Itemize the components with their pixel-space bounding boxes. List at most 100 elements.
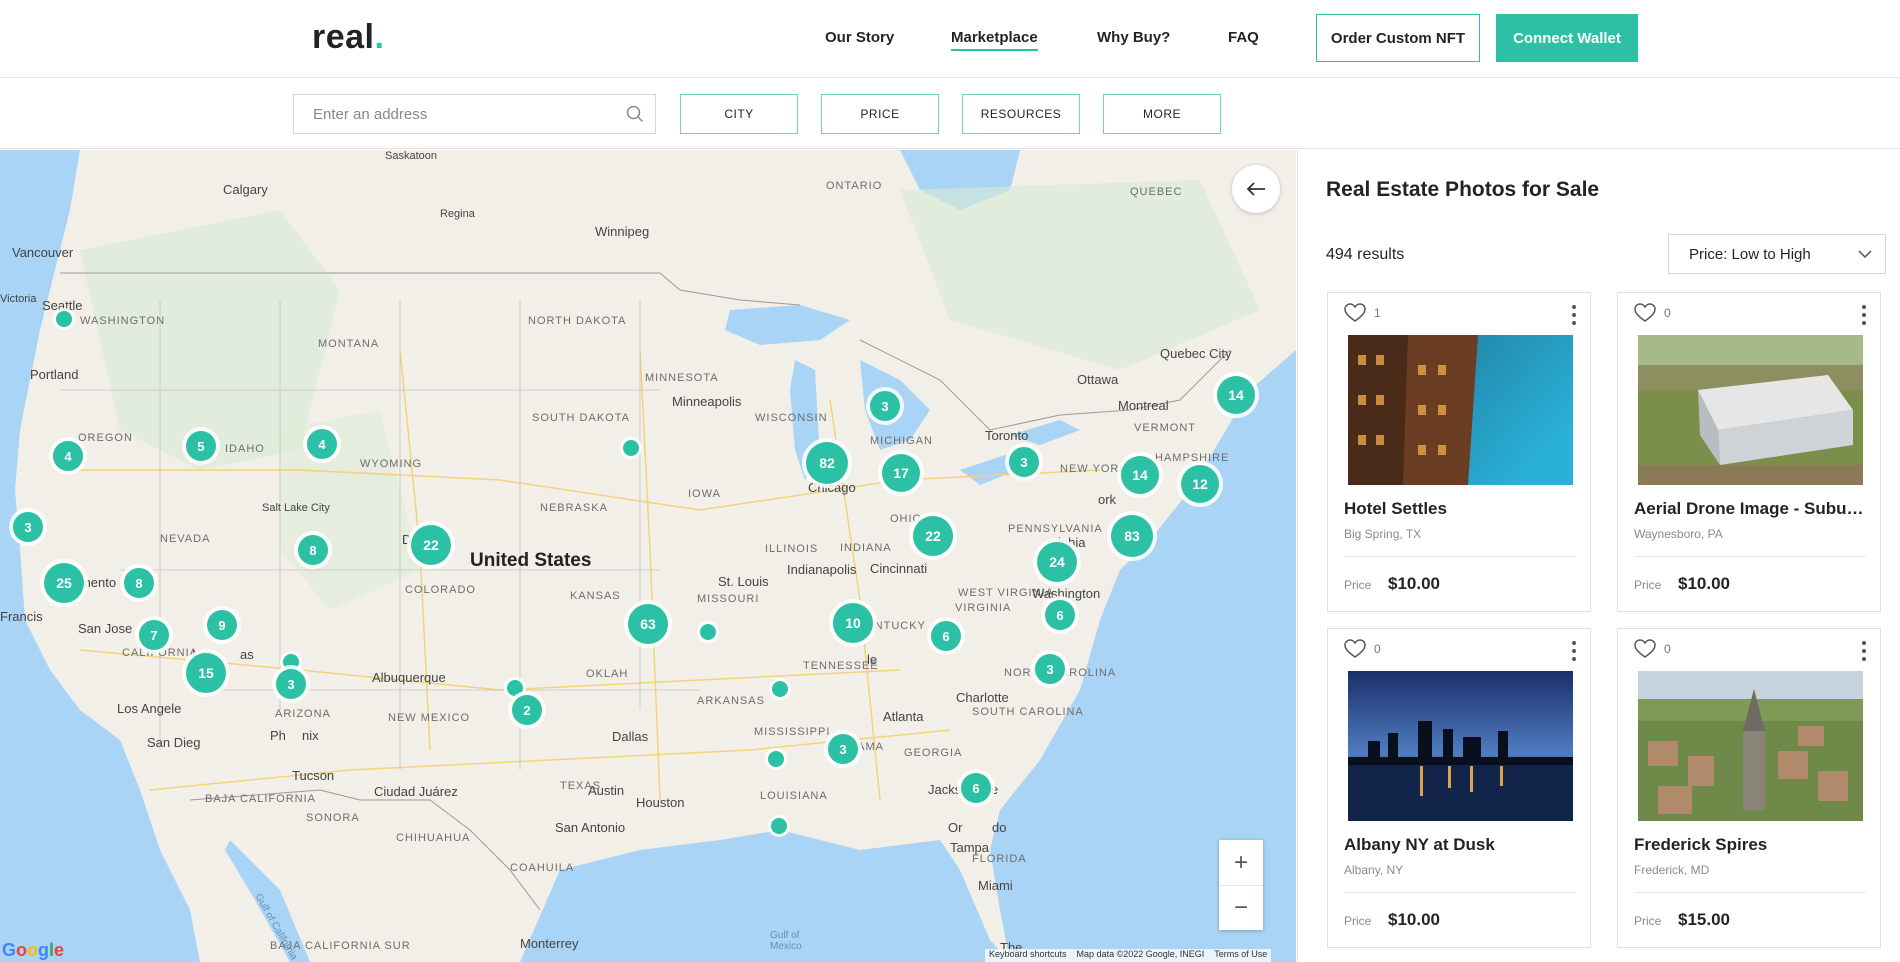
map-cluster[interactable]: 15 [186, 653, 226, 693]
map-cluster[interactable]: 3 [1035, 654, 1065, 684]
map-label-coahuila: COAHUILA [510, 862, 575, 874]
listing-photo[interactable] [1348, 335, 1573, 485]
map-cluster[interactable]: 3 [870, 391, 900, 421]
map-cluster[interactable]: 14 [1217, 376, 1255, 414]
zoom-in-button[interactable]: + [1219, 840, 1263, 885]
map-cluster[interactable]: 17 [882, 454, 920, 492]
map-cluster[interactable]: 83 [1111, 515, 1153, 557]
resources-filter-button[interactable]: RESOURCES [962, 94, 1080, 134]
nav-marketplace[interactable]: Marketplace [951, 29, 1038, 51]
more-options-icon[interactable] [1856, 303, 1872, 327]
search-icon[interactable] [615, 105, 655, 123]
listing-price: $10.00 [1388, 574, 1440, 593]
more-options-icon[interactable] [1566, 639, 1582, 663]
map-cluster[interactable]: 3 [13, 512, 43, 542]
divider [1344, 892, 1576, 893]
map-label-quebec: QUEBEC [1130, 186, 1183, 198]
favorite-button[interactable]: 1 [1344, 303, 1381, 323]
listing-title[interactable]: Frederick Spires [1634, 835, 1869, 855]
map-pin[interactable] [771, 818, 787, 834]
map-pin[interactable] [772, 681, 788, 697]
map-pin[interactable] [283, 654, 299, 670]
map-cluster[interactable]: 4 [53, 441, 83, 471]
nav-faq[interactable]: FAQ [1228, 29, 1259, 46]
map-label-ottawa: Ottawa [1077, 372, 1119, 387]
zoom-out-button[interactable]: − [1219, 885, 1263, 930]
map-cluster[interactable]: 5 [186, 431, 216, 461]
map-cluster[interactable]: 22 [411, 525, 451, 565]
listing-photo[interactable] [1638, 335, 1863, 485]
filter-bar: Enter an address CITY PRICE RESOURCES MO… [0, 79, 1900, 149]
listing-title[interactable]: Hotel Settles [1344, 499, 1579, 519]
favorite-button[interactable]: 0 [1344, 639, 1381, 659]
nav-our-story[interactable]: Our Story [825, 29, 894, 46]
map-cluster[interactable]: 8 [124, 568, 154, 598]
map-pin[interactable] [700, 624, 716, 640]
terms-of-use-link[interactable]: Terms of Use [1214, 949, 1267, 962]
map-cluster[interactable]: 6 [1045, 600, 1075, 630]
map-cluster[interactable]: 22 [913, 516, 953, 556]
map-cluster[interactable]: 10 [833, 603, 873, 643]
map-cluster[interactable]: 9 [207, 610, 237, 640]
map-cluster[interactable]: 24 [1037, 542, 1077, 582]
listing-title[interactable]: Aerial Drone Image - Suburban [1634, 499, 1869, 519]
map-cluster[interactable]: 3 [276, 669, 306, 699]
map-label-pennsylvania: PENNSYLVANIA [1008, 523, 1103, 535]
listing-photo[interactable] [1638, 671, 1863, 821]
map-label-idaho: IDAHO [225, 443, 265, 455]
listings-title: Real Estate Photos for Sale [1326, 178, 1600, 201]
map-label-new-york-state: NEW YORK [1060, 463, 1128, 475]
order-custom-nft-button[interactable]: Order Custom NFT [1316, 14, 1480, 62]
map-cluster[interactable]: 25 [44, 563, 84, 603]
listing-title[interactable]: Albany NY at Dusk [1344, 835, 1579, 855]
like-count: 0 [1664, 306, 1671, 320]
map-label-united-states: United States [470, 550, 592, 571]
map-pin[interactable] [623, 440, 639, 456]
map-cluster[interactable]: 2 [512, 695, 542, 725]
google-logo[interactable]: Google [2, 940, 64, 961]
map-cluster[interactable]: 6 [961, 773, 991, 803]
heart-icon [1634, 303, 1656, 322]
more-options-icon[interactable] [1566, 303, 1582, 327]
connect-wallet-button[interactable]: Connect Wallet [1496, 14, 1638, 62]
keyboard-shortcuts-link[interactable]: Keyboard shortcuts [989, 949, 1067, 962]
listing-card[interactable]: 0 Albany NY at Dusk Albany, NY Price $10… [1327, 628, 1591, 948]
nav-why-buy[interactable]: Why Buy? [1097, 29, 1170, 46]
map-cluster[interactable]: 63 [628, 604, 668, 644]
map-pin[interactable] [768, 751, 784, 767]
address-search-input[interactable]: Enter an address [293, 94, 656, 134]
listing-price: $10.00 [1678, 574, 1730, 593]
map-cluster[interactable]: 6 [931, 621, 961, 651]
favorite-button[interactable]: 0 [1634, 639, 1671, 659]
map-label-minnesota: MINNESOTA [645, 372, 719, 384]
listing-location: Big Spring, TX [1344, 527, 1422, 541]
map-pin[interactable] [56, 311, 72, 327]
favorite-button[interactable]: 0 [1634, 303, 1671, 323]
map-cluster[interactable]: 8 [298, 535, 328, 565]
map-cluster[interactable]: 4 [307, 429, 337, 459]
collapse-map-button[interactable] [1232, 165, 1280, 213]
brand-logo[interactable]: real. [312, 18, 384, 57]
map-cluster[interactable]: 3 [828, 734, 858, 764]
map-cluster[interactable]: 14 [1121, 456, 1159, 494]
map-cluster[interactable]: 3 [1009, 447, 1039, 477]
sort-dropdown[interactable]: Price: Low to High [1668, 234, 1886, 274]
map-label-missouri: MISSOURI [697, 593, 760, 605]
map-cluster[interactable]: 7 [139, 620, 169, 650]
price-label: Price [1634, 914, 1662, 928]
city-filter-button[interactable]: CITY [680, 94, 798, 134]
listing-card[interactable]: 1 Hotel Settles Big Spring, TX Price $10… [1327, 292, 1591, 612]
price-filter-button[interactable]: PRICE [821, 94, 939, 134]
map-view[interactable]: Saskatoon Calgary Regina Winnipeg ONTARI… [0, 150, 1296, 962]
more-filter-button[interactable]: MORE [1103, 94, 1221, 134]
map-pin[interactable] [507, 680, 523, 696]
listing-photo[interactable] [1348, 671, 1573, 821]
map-cluster[interactable]: 12 [1181, 465, 1219, 503]
price-label: Price [1344, 578, 1372, 592]
map-cluster[interactable]: 82 [806, 442, 848, 484]
map-label-michigan: MICHIGAN [870, 435, 933, 447]
listing-price: $15.00 [1678, 910, 1730, 929]
listing-card[interactable]: 0 Aerial Drone Image - Suburban Waynesbo… [1617, 292, 1881, 612]
more-options-icon[interactable] [1856, 639, 1872, 663]
listing-card[interactable]: 0 Frederick Spires Frederick, MD Price $… [1617, 628, 1881, 948]
